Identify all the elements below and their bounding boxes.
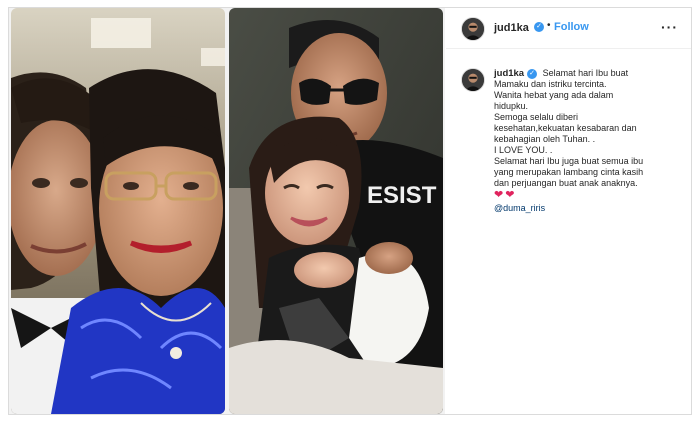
heart-icon: ❤ [494,189,504,201]
author-avatar[interactable] [461,17,485,41]
author-username[interactable]: jud1ka [494,22,529,34]
caption-line: dan perjuangan buat anak anaknya. [494,178,638,188]
caption-text: jud1ka ✓ Selamat hari Ibu buat Mamaku dan… [494,68,684,214]
verified-badge-icon: ✓ [527,68,538,79]
left-photo-illustration [11,8,225,414]
caption-line: hidupku. [494,101,529,111]
avatar-image [462,18,484,40]
caption-line: I LOVE YOU. . [494,145,553,155]
caption-line: Wanita hebat yang ada dalam [494,90,614,100]
caption-line: Selamat hari Ibu juga buat semua ibu [494,156,644,166]
more-options-icon[interactable]: ··· [661,19,678,35]
caption-author-avatar[interactable] [461,68,485,92]
caption-line: Mamaku dan istriku tercinta. [494,79,607,89]
post-header: jud1ka ✓ • Follow ··· [446,8,691,49]
heart-icon: ❤ [505,189,515,201]
avatar-image [462,69,484,91]
instagram-post: ESIST jud1ka ✓ • Follow ··· jud1ka ✓ Sel… [8,7,692,415]
verified-badge-icon: ✓ [534,22,544,32]
post-sidebar: jud1ka ✓ • Follow ··· jud1ka ✓ Selamat ha… [446,8,691,414]
caption-line: yang merupakan lambang cinta kasih [494,167,644,177]
right-photo-illustration: ESIST [229,8,443,414]
caption-line: Selamat hari Ibu buat [542,68,629,78]
mention-link[interactable]: @duma_riris [494,203,684,214]
post-media[interactable]: ESIST [9,8,445,414]
photo-couple: ESIST [229,8,443,414]
shirt-text: ESIST [367,182,437,209]
caption-line: kesehatan,kekuatan kesabaran dan [494,123,637,133]
caption-line: kebahagian oleh Tuhan. . [494,134,596,144]
photo-mother-and-son [11,8,225,414]
heart-emojis: ❤ ❤ [494,190,684,201]
separator-dot: • [547,20,551,31]
caption-line: Semoga selalu diberi [494,112,579,122]
follow-button[interactable]: Follow [554,21,589,33]
caption-username[interactable]: jud1ka [494,68,524,79]
